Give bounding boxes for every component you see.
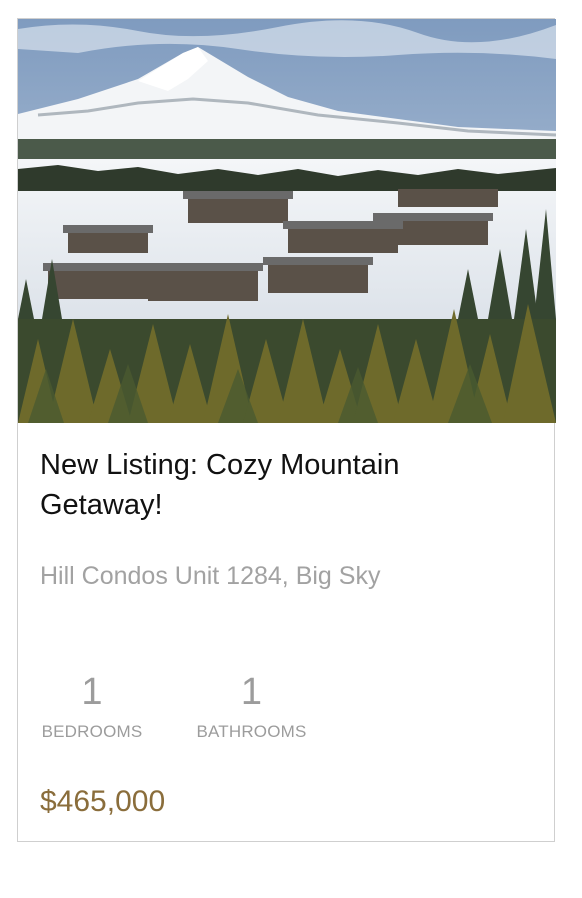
bathrooms-stat: 1 BATHROOMS [194,669,309,743]
listing-photo[interactable] [18,19,556,423]
listing-price: $465,000 [40,785,166,818]
listing-title[interactable]: New Listing: Cozy Mountain Getaway! [40,445,520,525]
bedrooms-count: 1 [81,671,103,713]
bedrooms-label: BEDROOMS [41,722,143,741]
bathrooms-count: 1 [240,671,263,713]
bedrooms-stat: 1 BEDROOMS [40,669,144,743]
listing-address: Hill Condos Unit 1284, Big Sky [40,562,381,590]
listing-card[interactable]: New Listing: Cozy Mountain Getaway! Hill… [17,18,556,842]
bathrooms-label: BATHROOMS [196,722,307,741]
